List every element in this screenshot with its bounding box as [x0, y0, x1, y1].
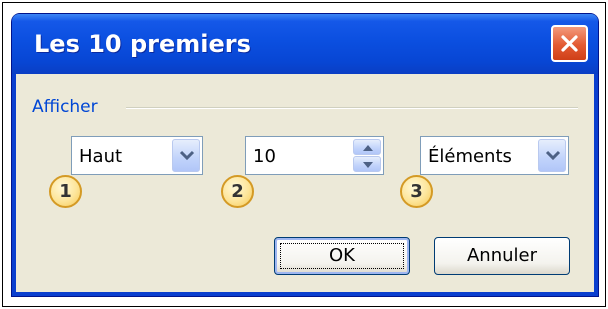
count-spinbox[interactable]: 10	[245, 136, 384, 175]
title-bar[interactable]: Les 10 premiers	[12, 14, 598, 74]
spin-up-icon	[363, 145, 373, 151]
dialog-title: Les 10 premiers	[34, 30, 251, 58]
group-label: Afficher	[32, 97, 98, 117]
cancel-button-label: Annuler	[466, 245, 537, 266]
cancel-button[interactable]: Annuler	[434, 237, 570, 275]
close-icon	[561, 35, 578, 52]
spin-buttons	[353, 139, 381, 172]
callout-badge-3: 3	[400, 175, 433, 208]
chevron-down-icon	[545, 150, 561, 161]
spin-down-button[interactable]	[353, 156, 381, 172]
direction-dropdown-button[interactable]	[172, 139, 200, 172]
type-combo[interactable]: Éléments	[420, 136, 569, 175]
count-value: 10	[253, 146, 276, 167]
spin-down-icon	[363, 162, 373, 168]
spin-up-button[interactable]	[353, 139, 381, 155]
ok-button-label: OK	[329, 245, 355, 266]
callout-badge-1: 1	[49, 175, 82, 208]
top10-dialog: Les 10 premiers Afficher Haut 1 10 2 Élé…	[12, 14, 598, 296]
type-value: Éléments	[428, 146, 512, 167]
direction-value: Haut	[79, 146, 123, 167]
callout-badge-2: 2	[221, 175, 254, 208]
dialog-body: Afficher Haut 1 10 2 Éléments 3 OK Annul…	[16, 74, 594, 292]
chevron-down-icon	[179, 150, 195, 161]
close-button[interactable]	[551, 25, 588, 62]
group-divider	[126, 107, 578, 109]
direction-combo[interactable]: Haut	[71, 136, 203, 175]
ok-button[interactable]: OK	[274, 237, 410, 275]
type-dropdown-button[interactable]	[538, 139, 566, 172]
